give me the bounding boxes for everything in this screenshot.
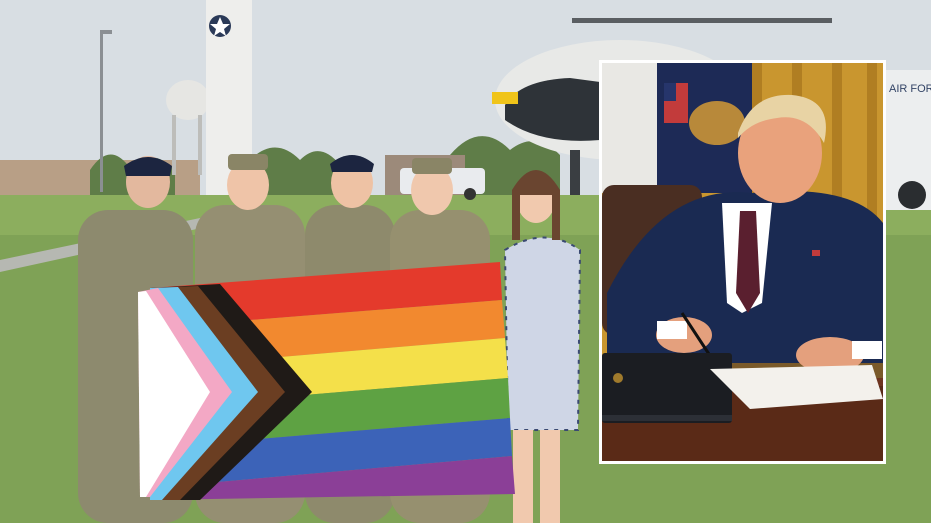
trailer-text: AIR FOR (889, 83, 931, 95)
photo-composite: AIR FOR (0, 0, 931, 523)
light-pole (100, 32, 103, 192)
flag-stand (602, 63, 662, 193)
inset-photo (602, 63, 883, 461)
inset-photo-frame (599, 60, 886, 464)
folder-stack (602, 353, 732, 423)
progress-pride-flag (138, 262, 515, 500)
